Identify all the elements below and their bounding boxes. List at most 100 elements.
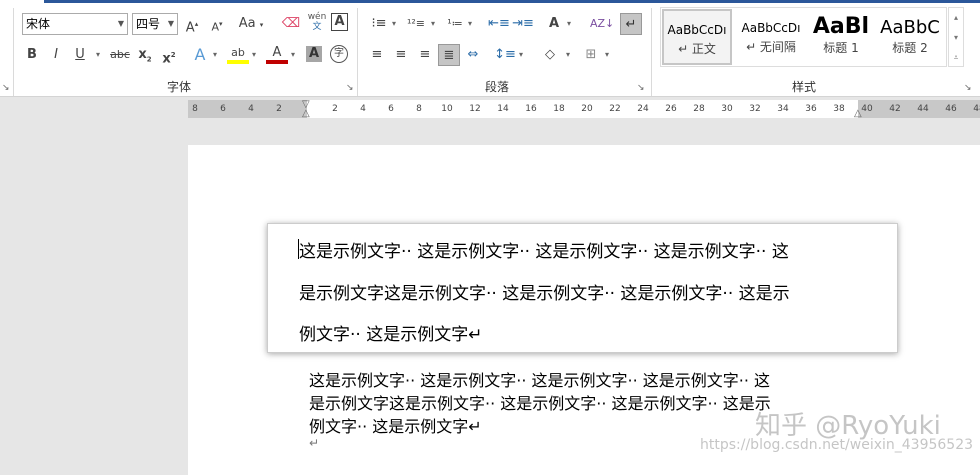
sort-icon[interactable]: AZ↓ [590,13,614,35]
align-right-icon[interactable]: ≡ [414,44,436,66]
chevron-down-icon[interactable]: ▾ [96,44,100,66]
chevron-down-icon: ▼ [167,19,174,28]
decrease-indent-icon[interactable]: ⇤≡ [488,13,510,35]
preview-line: 例文字·· 这是示例文字↵ [299,325,483,345]
ruler-tick: 2 [332,104,338,114]
font-size-select[interactable]: 四号 ▼ [132,13,178,35]
ruler-tick: 8 [416,104,422,114]
italic-icon[interactable]: I [45,44,67,66]
ruler-tick: 20 [581,104,593,114]
style-no-spacing[interactable]: AaBbCcDı ↵ 无间隔 [735,9,807,65]
ruler-tick: 36 [805,104,817,114]
ruler-tick: 34 [777,104,789,114]
ruler-tick: 6 [388,104,394,114]
ruler-tick: 42 [889,104,901,114]
chevron-down-icon[interactable]: ▾ [252,44,256,66]
document-line[interactable]: 例文字·· 这是示例文字↵ [309,413,482,437]
ruler-tick: 46 [945,104,957,114]
chevron-down-icon[interactable]: ▾ [291,44,295,66]
ruler-tick: 10 [441,104,453,114]
text-cursor [298,239,299,259]
font-family-value: 宋体 [26,17,51,31]
enclose-char-icon[interactable]: 字 [330,45,348,63]
align-left-icon[interactable]: ≡ [366,44,388,66]
line-spacing-icon[interactable]: ↕≡ [494,44,516,66]
chevron-down-icon[interactable]: ▾ [605,44,609,66]
styles-gallery: AaBbCcDı ↵ 正文 AaBbCcDı ↵ 无间隔 AaBl 标题 1 AaBb… [660,7,947,67]
paragraph-mark[interactable]: ↵ [309,436,319,450]
scroll-up-icon[interactable]: ▴ [949,8,963,28]
style-heading-1[interactable]: AaBl 标题 1 [809,9,873,65]
subscript-icon[interactable]: x2 [134,44,156,66]
font-color-icon[interactable]: A [266,44,288,64]
dialog-launcher-icon[interactable]: ↘ [964,83,972,93]
chevron-down-icon[interactable]: ▾ [213,44,217,66]
align-center-icon[interactable]: ≡ [390,44,412,66]
phonetic-guide-icon[interactable]: wén 文 [306,12,328,34]
preview-line: 这是示例文字·· 这是示例文字·· 这是示例文字·· 这是示例文字·· 这 [299,242,789,262]
char-shading-icon[interactable]: A [306,46,322,62]
chevron-down-icon[interactable]: ▾ [567,13,571,35]
style-preview: AaBbCcDı [667,23,727,37]
indent-marker-icon[interactable]: ▽ △ [302,100,310,119]
bullets-icon[interactable]: ⁝≡ [368,13,390,35]
chevron-down-icon[interactable]: ▾ [566,44,570,66]
asian-layout-icon[interactable]: A [543,13,565,35]
gallery-scrollbar[interactable]: ▴ ▾ ⩡ [948,7,964,67]
ruler-tick: 4 [360,104,366,114]
font-family-select[interactable]: 宋体 ▼ [22,13,128,35]
multilevel-list-icon[interactable]: ¹≔ [444,13,466,35]
dialog-launcher-icon[interactable]: ↘ [2,83,10,93]
superscript-icon[interactable]: x2 [158,44,180,66]
style-name: ↵ 正文 [678,42,716,56]
watermark-url: https://blog.csdn.net/weixin_43956523 [700,437,974,453]
chevron-down-icon[interactable]: ▾ [392,13,396,35]
shading-icon[interactable]: ◇ [539,44,561,66]
text-effects-icon[interactable]: A [189,44,211,66]
change-case-icon[interactable]: Aa ▾ [236,13,266,35]
horizontal-ruler[interactable]: 8 6 4 2 2 4 6 8 10 12 14 16 18 20 22 24 26 28 30 32 34 36 38 40… [188,100,980,119]
divider [651,8,652,96]
highlight-icon[interactable]: ab [227,44,249,64]
justify-icon[interactable]: ≣ [438,44,460,66]
document-line[interactable]: 是示例文字这是示例文字·· 这是示例文字·· 这是示例文字·· 这是示 [309,390,771,414]
ruler-tick: 16 [525,104,537,114]
ruler-tick: 4 [248,104,254,114]
underline-icon[interactable]: U [69,44,91,66]
shrink-font-icon[interactable]: A▾ [206,13,228,35]
clear-format-icon[interactable]: ⌫ [280,13,302,35]
style-normal[interactable]: AaBbCcDı ↵ 正文 [662,9,732,65]
chevron-down-icon[interactable]: ▾ [431,13,435,35]
style-name: 标题 2 [892,41,928,55]
chevron-down-icon[interactable]: ▾ [468,13,472,35]
borders-icon[interactable]: ⊞ [580,44,602,66]
preview-line: 是示例文字这是示例文字·· 这是示例文字·· 这是示例文字·· 这是示 [299,284,790,304]
grow-font-icon[interactable]: A▴ [181,13,203,35]
styles-group-label: 样式 [792,80,817,94]
strikethrough-icon[interactable]: abc [109,44,131,66]
style-name: ↵ 无间隔 [746,40,796,54]
ruler-tick: 14 [497,104,509,114]
style-heading-2[interactable]: AaBbC 标题 2 [877,9,943,65]
numbering-icon[interactable]: ¹²≡ [405,13,427,35]
scroll-down-icon[interactable]: ▾ [949,28,963,48]
paragraph-group-label: 段落 [485,80,510,94]
style-preview: AaBl [812,14,870,39]
right-indent-marker-icon[interactable]: △ [854,108,862,119]
show-marks-icon[interactable]: ↵ [620,13,642,35]
ruler-tick: 18 [553,104,565,114]
divider [13,8,14,96]
char-border-icon[interactable]: A [331,13,348,31]
distributed-icon[interactable]: ⇔ [462,44,484,66]
more-styles-icon[interactable]: ⩡ [949,48,963,68]
dialog-launcher-icon[interactable]: ↘ [637,83,645,93]
text-preview-box: 这是示例文字·· 这是示例文字·· 这是示例文字·· 这是示例文字·· 这 是示… [267,223,898,353]
bold-icon[interactable]: B [21,44,43,66]
ribbon: 宋体 ▼ 四号 ▼ A▴ A▾ Aa ▾ ⌫ wén 文 A B I U ▾ abc … [0,0,980,97]
chevron-down-icon[interactable]: ▾ [519,44,523,66]
dialog-launcher-icon[interactable]: ↘ [346,83,354,93]
document-line[interactable]: 这是示例文字·· 这是示例文字·· 这是示例文字·· 这是示例文字·· 这 [309,367,770,391]
increase-indent-icon[interactable]: ⇥≡ [512,13,534,35]
ruler-tick: 2 [276,104,282,114]
ruler-tick: 38 [833,104,845,114]
